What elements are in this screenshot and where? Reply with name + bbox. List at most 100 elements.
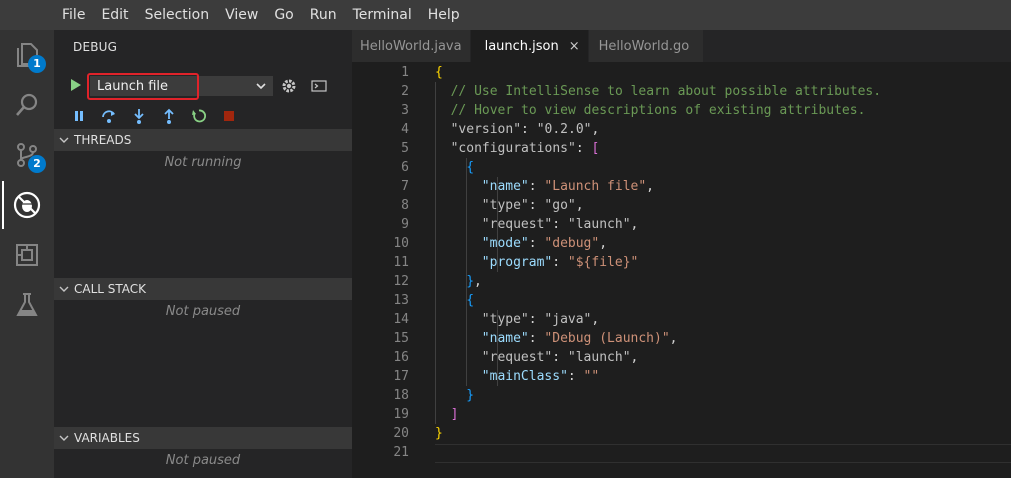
line-number: 21 <box>393 445 409 460</box>
code-token: , <box>591 312 600 327</box>
code-text: "mode": "debug", <box>482 234 607 253</box>
explorer-icon[interactable] <box>0 30 54 80</box>
line-number: 12 <box>393 274 409 289</box>
call-stack-section-header[interactable]: CALL STACK <box>54 278 352 300</box>
code-line: 20} <box>352 424 1011 443</box>
menu-item-go[interactable]: Go <box>266 0 301 30</box>
code-token: [ <box>591 141 600 156</box>
chevron-down-icon <box>59 137 69 143</box>
code-line: 7 "name": "Launch file", <box>352 177 1011 196</box>
chevron-down-icon <box>59 286 69 292</box>
code-text: "version": "0.2.0", <box>451 120 600 139</box>
start-debugging-icon[interactable] <box>71 79 81 91</box>
code-text: ] <box>451 405 459 424</box>
menu-item-view[interactable]: View <box>217 0 266 30</box>
code-token: "request" <box>481 350 553 365</box>
code-token: "java" <box>544 312 592 327</box>
code-line: 14 "type": "java", <box>352 310 1011 329</box>
line-number: 5 <box>401 141 409 156</box>
debug-sidebar: DEBUG Launch file THREADS Not running CA… <box>54 30 352 478</box>
debug-icon[interactable] <box>0 180 54 230</box>
code-text: "configurations": [ <box>451 139 600 158</box>
close-icon[interactable]: × <box>569 39 580 54</box>
threads-section-header[interactable]: THREADS <box>54 129 352 151</box>
code-editor[interactable]: 1{ 2 // Use IntelliSense to learn about po… <box>352 62 1011 478</box>
code-line: 13 { <box>352 291 1011 310</box>
tab-helloworld-java[interactable]: HelloWorld.java <box>352 30 471 62</box>
highlight-box <box>87 73 199 100</box>
code-text: "type": "go", <box>482 196 584 215</box>
code-text: }, <box>466 272 482 291</box>
stop-icon[interactable] <box>220 107 238 125</box>
debug-console-icon[interactable] <box>310 78 328 94</box>
line-number: 2 <box>401 84 409 99</box>
code-token: , <box>630 217 639 232</box>
code-token: : <box>528 198 545 213</box>
code-token: : <box>552 255 568 270</box>
code-token: // Hover to view descriptions of existin… <box>450 103 866 118</box>
code-line: 6{ <box>352 158 1011 177</box>
menu-item-terminal[interactable]: Terminal <box>345 0 420 30</box>
code-token: "" <box>583 369 600 384</box>
line-number: 6 <box>401 160 409 175</box>
code-token: : <box>521 122 537 137</box>
extensions-icon[interactable] <box>0 230 54 280</box>
code-line: 4 "version": "0.2.0", <box>352 120 1011 139</box>
code-text: "request": "launch", <box>482 348 639 367</box>
code-text: // Hover to view descriptions of existin… <box>451 101 866 120</box>
menu-item-selection[interactable]: Selection <box>137 0 218 30</box>
code-token: : <box>528 312 545 327</box>
code-line: 1{ <box>352 63 1011 82</box>
code-token: "name" <box>481 179 529 194</box>
code-token: { <box>435 65 443 80</box>
code-token: } <box>466 274 475 289</box>
code-token: // Use IntelliSense to learn about possi… <box>450 84 882 99</box>
code-text: "name": "Debug (Launch)", <box>482 329 678 348</box>
tab-label: HelloWorld.java <box>360 38 462 54</box>
tab-helloworld-go[interactable]: HelloWorld.go <box>588 30 705 62</box>
flask-icon[interactable] <box>0 280 54 330</box>
code-token: "go" <box>544 198 576 213</box>
line-number: 16 <box>393 350 409 365</box>
line-number: 13 <box>393 293 409 308</box>
tab-launch-json[interactable]: launch.json × <box>470 30 589 62</box>
step-over-icon[interactable] <box>100 107 118 125</box>
code-line: 21 <box>352 443 1011 462</box>
menu-item-file[interactable]: File <box>54 0 93 30</box>
pause-icon[interactable] <box>70 107 88 125</box>
code-text: { <box>435 63 443 82</box>
variables-empty-message: Not paused <box>165 453 241 468</box>
line-number: 7 <box>401 179 409 194</box>
line-number: 4 <box>401 122 409 137</box>
restart-icon[interactable] <box>190 107 208 125</box>
code-token: "launch" <box>567 217 631 232</box>
code-token: "type" <box>481 198 529 213</box>
step-out-icon[interactable] <box>160 107 178 125</box>
line-number: 10 <box>393 236 409 251</box>
code-token: "version" <box>450 122 522 137</box>
menu-bar: File Edit Selection View Go Run Terminal Help <box>0 0 1011 30</box>
menu-item-help[interactable]: Help <box>420 0 468 30</box>
code-line: 19] <box>352 405 1011 424</box>
code-line: 10 "mode": "debug", <box>352 234 1011 253</box>
code-token: ] <box>450 407 459 422</box>
code-token: "${file}" <box>567 255 639 270</box>
code-line: 9 "request": "launch", <box>352 215 1011 234</box>
line-number: 17 <box>393 369 409 384</box>
step-into-icon[interactable] <box>130 107 148 125</box>
source-control-icon[interactable] <box>0 130 54 180</box>
code-token: : <box>528 236 545 251</box>
code-token: : <box>528 331 545 346</box>
code-token: : <box>528 179 545 194</box>
menu-item-run[interactable]: Run <box>302 0 345 30</box>
code-token: , <box>591 122 600 137</box>
gear-icon[interactable] <box>280 76 298 96</box>
code-line: 3 // Hover to view descriptions of existi… <box>352 101 1011 120</box>
search-icon[interactable] <box>0 80 54 130</box>
debug-toolbar <box>70 107 238 125</box>
variables-section-header[interactable]: VARIABLES <box>54 427 352 449</box>
code-token: "Debug (Launch)" <box>544 331 670 346</box>
menu-item-edit[interactable]: Edit <box>93 0 136 30</box>
code-token: , <box>646 179 654 194</box>
code-text: "request": "launch", <box>482 215 639 234</box>
